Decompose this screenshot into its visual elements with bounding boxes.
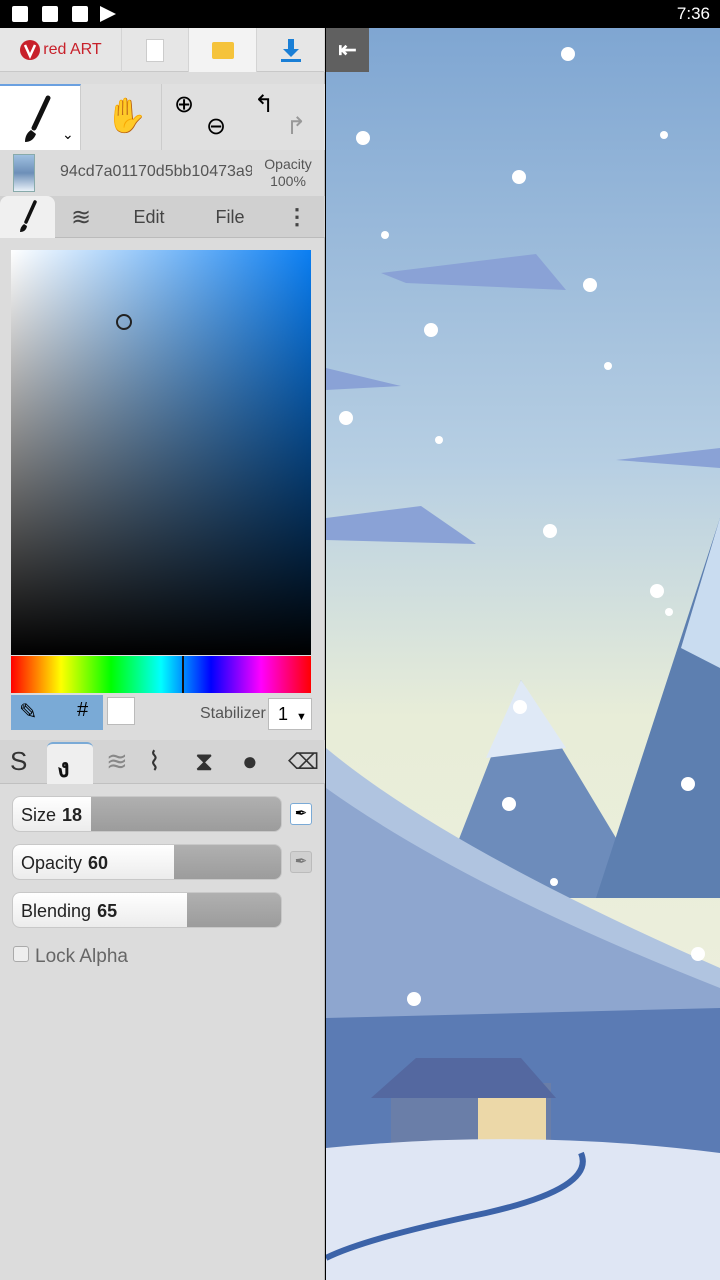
brush-tool-button[interactable]: ⌄ — [0, 84, 81, 150]
brush-icon — [19, 200, 37, 232]
status-bar: 7:36 — [0, 0, 720, 28]
brush-type-tabs: S ง ≋ ⌇ ⧗ ● ⌫ — [0, 740, 325, 784]
eyedropper-icon[interactable]: ✎ — [19, 699, 37, 725]
logo-icon — [20, 40, 41, 60]
color-swatch[interactable] — [107, 697, 135, 725]
brush-s-curve-icon[interactable]: S — [10, 746, 27, 777]
stabilizer-select[interactable]: 1 ▼ — [268, 698, 312, 730]
more-vertical-icon: ⋮ — [286, 204, 308, 229]
layer-opacity-value: 100% — [270, 173, 306, 189]
image-icon — [42, 6, 58, 22]
play-store-icon — [100, 6, 116, 22]
brush-icon — [25, 95, 51, 142]
hex-input-button[interactable]: # — [77, 699, 88, 722]
new-page-icon — [146, 38, 164, 62]
saturation-value-picker[interactable] — [11, 250, 311, 655]
color-tools: ✎ # — [11, 695, 103, 730]
open-button[interactable] — [189, 28, 257, 72]
opacity-slider[interactable]: Opacity 60 — [12, 844, 282, 880]
dropdown-arrow-icon: ▼ — [296, 711, 307, 723]
size-pressure-toggle[interactable]: ✒ — [290, 803, 312, 825]
fan-brush-icon[interactable]: ⧗ — [195, 746, 213, 778]
tab-file[interactable]: File — [195, 196, 265, 238]
layer-info[interactable]: 94cd7a01170d5bb10473a9 Opacity 100% — [0, 150, 325, 194]
hue-marker[interactable] — [182, 656, 184, 693]
undo-icon[interactable]: ↰ — [254, 90, 274, 119]
blob-brush-icon[interactable]: ● — [242, 746, 258, 777]
hand-icon: ✋ — [105, 97, 148, 135]
eraser-icon[interactable]: ⌫ — [288, 749, 319, 775]
color-cursor[interactable] — [116, 314, 132, 330]
tab-edit[interactable]: Edit — [115, 196, 183, 238]
app-logo: red ART — [0, 28, 122, 72]
chevron-down-icon[interactable]: ⌄ — [62, 126, 74, 143]
hand-tool-button[interactable]: ✋ — [81, 84, 162, 150]
brush-smooth-tab[interactable]: ง — [47, 742, 93, 784]
panel-tabs: ≋ Edit File ⋮ — [0, 196, 325, 238]
smooth-brush-icon: ง — [57, 753, 70, 783]
layer-opacity-label: Opacity — [264, 156, 312, 172]
tab-brush[interactable] — [0, 196, 55, 238]
blending-slider[interactable]: Blending 65 — [12, 892, 282, 928]
download-icon — [280, 39, 301, 62]
pixel-brush-icon[interactable]: ⌇ — [148, 746, 161, 777]
layers-icon: ≋ — [70, 203, 92, 231]
zoom-in-icon[interactable]: ⊕ — [174, 90, 194, 119]
stabilizer-label: Stabilizer — [200, 705, 266, 722]
zoom-undo-group: ⊕ ⊖ ↰ ↱ — [162, 84, 325, 150]
tab-layers[interactable]: ≋ — [55, 196, 107, 238]
tool-panel: red ART ⌄ ✋ ⊕ ⊖ ↰ ↱ 94cd7a01170d5bb10473… — [0, 28, 325, 1280]
folder-icon — [12, 6, 28, 22]
lock-alpha-checkbox[interactable] — [13, 946, 29, 962]
hue-slider[interactable] — [11, 656, 311, 693]
bristle-brush-icon[interactable]: ≋ — [106, 746, 128, 777]
clock: 7:36 — [676, 4, 710, 23]
collapse-panel-button[interactable]: ⇤ — [326, 28, 369, 72]
a-icon — [72, 6, 88, 22]
layer-thumbnail[interactable] — [13, 154, 35, 192]
more-menu-button[interactable]: ⋮ — [280, 196, 314, 238]
redo-icon[interactable]: ↱ — [286, 112, 306, 141]
pen-icon: ✒ — [294, 805, 308, 822]
artwork — [326, 28, 720, 1280]
download-button[interactable] — [257, 28, 325, 72]
layer-name: 94cd7a01170d5bb10473a9 — [60, 163, 252, 180]
drawing-canvas[interactable]: ⇤ — [326, 28, 720, 1280]
open-folder-icon — [211, 41, 234, 59]
pen-icon: ✒ — [294, 853, 308, 870]
arrow-left-bar-icon: ⇤ — [338, 37, 357, 62]
zoom-out-icon[interactable]: ⊖ — [206, 112, 226, 141]
new-page-button[interactable] — [122, 28, 189, 72]
size-slider[interactable]: Size 18 — [12, 796, 282, 832]
opacity-pressure-toggle[interactable]: ✒ — [290, 851, 312, 873]
lock-alpha-label: Lock Alpha — [35, 946, 128, 967]
